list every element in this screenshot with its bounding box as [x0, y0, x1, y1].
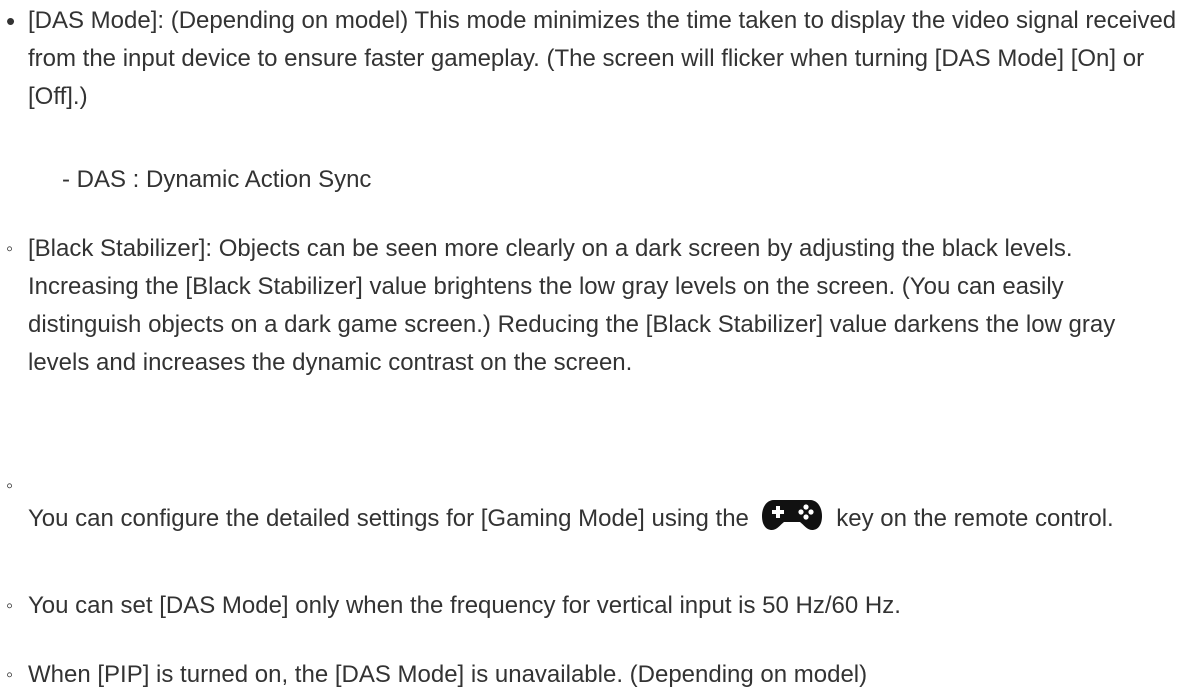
list-item-gaming-mode-key: You can configure the detailed settings …: [0, 496, 1185, 538]
gaming-mode-note-end: key on the remote control.: [829, 505, 1114, 532]
list-item-pip: ◦ When [PIP] is turned on, the [DAS Mode…: [0, 656, 1185, 694]
gamepad-icon: [761, 500, 822, 530]
bullet-marker: •: [6, 6, 16, 36]
das-mode-description: [DAS Mode]: (Depending on model) This mo…: [28, 7, 1177, 110]
circle-marker: ◦: [6, 238, 14, 260]
circle-marker: ◦: [6, 475, 14, 497]
das-definition: - DAS : Dynamic Action Sync: [62, 166, 372, 193]
circle-marker: ◦: [6, 595, 14, 617]
circle-marker: ◦: [6, 664, 14, 686]
gaming-mode-note: You can configure the detailed settings …: [28, 496, 1178, 538]
list-item-das-frequency: ◦ You can set [DAS Mode] only when the f…: [0, 587, 1185, 625]
das-frequency-note: You can set [DAS Mode] only when the fre…: [28, 592, 901, 619]
list-item-black-stabilizer: ◦ [Black Stabilizer]: Objects can be see…: [0, 230, 1185, 382]
pip-note: When [PIP] is turned on, the [DAS Mode] …: [28, 661, 868, 688]
list-item-das-mode: • [DAS Mode]: (Depending on model) This …: [0, 2, 1185, 116]
black-stabilizer-description: [Black Stabilizer]: Objects can be seen …: [28, 235, 1116, 376]
gaming-mode-note-start: You can configure the detailed settings …: [28, 505, 756, 532]
